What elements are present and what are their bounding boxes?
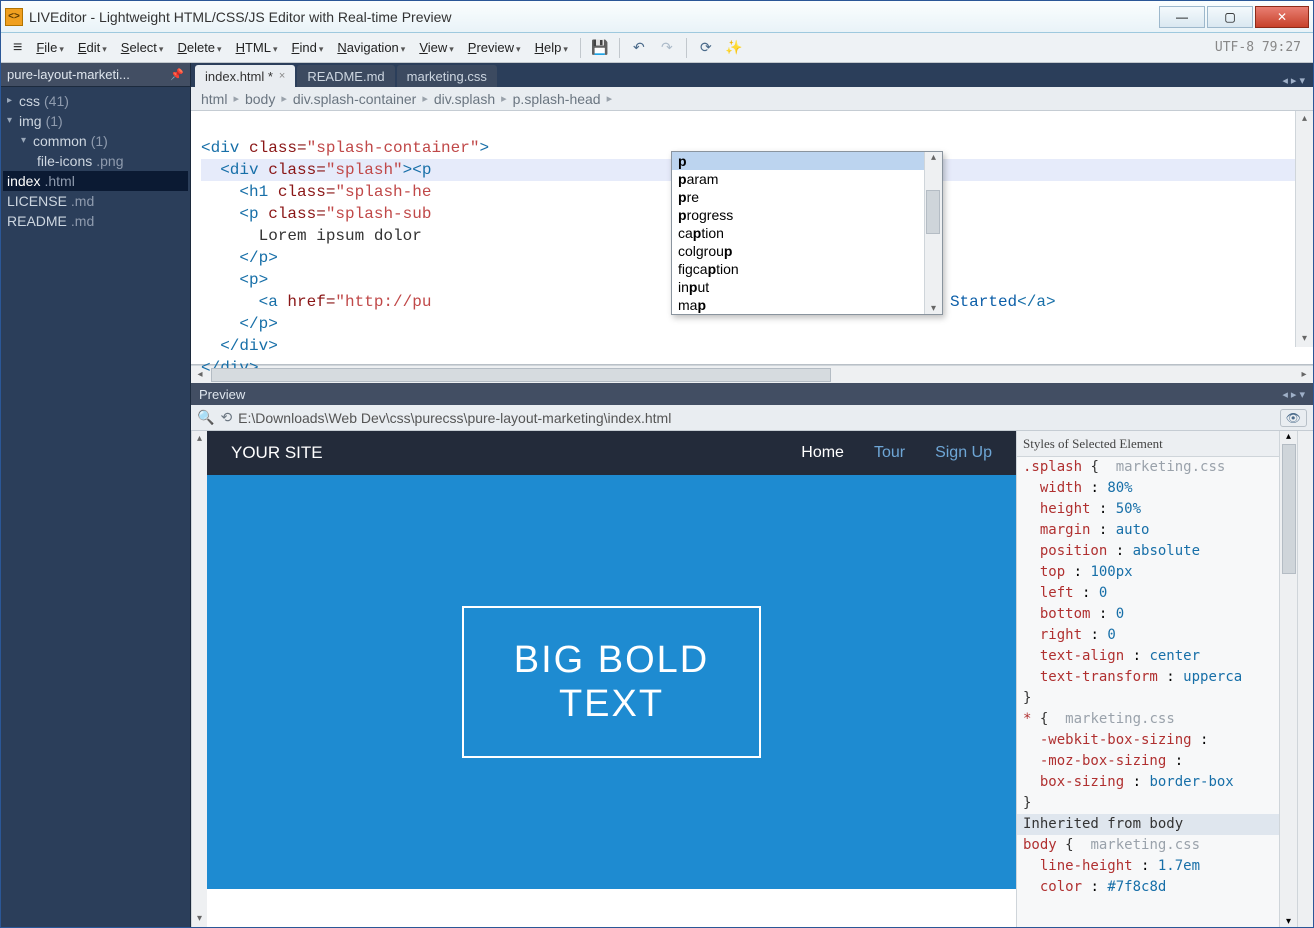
menu-preview[interactable]: Preview▾ [462,37,527,58]
right-gutter [1297,431,1313,927]
refresh-icon[interactable]: ⟳ [696,38,716,58]
app-icon: <> [5,8,23,26]
sidebar-tab-label: pure-layout-marketi... [7,67,130,82]
titlebar: <> LIVEditor - Lightweight HTML/CSS/JS E… [1,1,1313,33]
site-preview: YOUR SITE Home Tour Sign Up BIG BOLD TEX… [207,431,1017,927]
menu-edit[interactable]: Edit▾ [72,37,113,58]
undo-icon[interactable]: ↶ [629,38,649,58]
ac-item[interactable]: param [672,170,942,188]
pin-icon[interactable]: 📌 [170,68,184,81]
eye-icon[interactable]: 👁 [1280,409,1307,427]
tree-file-fileicons[interactable]: file-icons.png [3,151,188,171]
crumb-body[interactable]: body [245,91,275,107]
crumb-html[interactable]: html [201,91,227,107]
editor-vscrollbar[interactable]: ▴ ▾ [1295,111,1313,347]
wand-icon[interactable]: ✨ [724,38,744,58]
styles-panel: Styles of Selected Element .splash { mar… [1017,431,1297,927]
tree-file-readme[interactable]: README.md [3,211,188,231]
hero-line2: TEXT [514,682,710,726]
footer-strip [207,889,1016,927]
menubar: ≡ File▾ Edit▾ Select▾ Delete▾ HTML▾ Find… [1,33,1313,63]
ac-item[interactable]: map [672,296,942,314]
preview-left-scroll[interactable]: ▴▾ [191,431,207,927]
nav-home[interactable]: Home [801,444,844,462]
inspect-icon[interactable]: 🔍 [197,409,214,426]
hero-box: BIG BOLD TEXT [462,606,762,758]
minimize-button[interactable]: — [1159,6,1205,28]
autocomplete-scrollbar[interactable]: ▴ ▾ [924,152,942,314]
hero-line1: BIG BOLD [514,638,710,682]
save-icon[interactable]: 💾 [590,38,610,58]
hamburger-icon[interactable]: ≡ [7,39,28,57]
ac-item[interactable]: progress [672,206,942,224]
nav-signup[interactable]: Sign Up [935,444,992,462]
redo-icon[interactable]: ↷ [657,38,677,58]
inherited-label: Inherited from body [1017,814,1279,835]
close-button[interactable]: ✕ [1255,6,1309,28]
menu-html[interactable]: HTML▾ [230,37,284,58]
site-brand: YOUR SITE [231,443,323,463]
autocomplete-popup[interactable]: p param pre progress caption colgroup fi… [671,151,943,315]
autocomplete-list: p param pre progress caption colgroup fi… [672,152,942,314]
preview-path-input[interactable] [238,410,1274,426]
reload-icon[interactable]: ⟲ [220,409,232,426]
window-title: LIVEditor - Lightweight HTML/CSS/JS Edit… [29,9,1157,25]
sidebar-tab[interactable]: pure-layout-marketi... 📌 [1,63,190,87]
ac-item[interactable]: figcaption [672,260,942,278]
styles-scrollbar[interactable]: ▴ ▾ [1279,431,1297,927]
menu-navigation[interactable]: Navigation▾ [331,37,411,58]
encoding-indicator: UTF-8 79:27 [1215,40,1307,55]
editor-area: index.html *× README.md marketing.css ◂ … [191,63,1313,927]
menu-delete[interactable]: Delete▾ [171,37,227,58]
document-tabs: index.html *× README.md marketing.css ◂ … [191,63,1313,87]
tree-file-index[interactable]: index.html [3,171,188,191]
crumb-div2[interactable]: div.splash [434,91,495,107]
tab-readme[interactable]: README.md [297,65,394,87]
styles-title: Styles of Selected Element [1017,431,1279,457]
sidebar: pure-layout-marketi... 📌 ▸css(41) ▾img(1… [1,63,191,927]
breadcrumb: html▸ body▸ div.splash-container▸ div.sp… [191,87,1313,111]
menu-find[interactable]: Find▾ [286,37,330,58]
ac-item[interactable]: pre [672,188,942,206]
maximize-button[interactable]: ▢ [1207,6,1253,28]
crumb-p[interactable]: p.splash-head [513,91,601,107]
ac-item[interactable]: colgroup [672,242,942,260]
tree-folder-css[interactable]: ▸css(41) [3,91,188,111]
tab-marketing[interactable]: marketing.css [397,65,497,87]
menu-select[interactable]: Select▾ [115,37,170,58]
preview-panel: Preview ◂ ▸ ▾ 🔍 ⟲ 👁 ▴▾ YOUR SITE [191,383,1313,927]
editor-hscrollbar[interactable]: ◂▸ [191,365,1313,383]
ac-item[interactable]: input [672,278,942,296]
file-tree: ▸css(41) ▾img(1) ▾common(1) file-icons.p… [1,87,190,235]
ac-item[interactable]: caption [672,224,942,242]
tree-folder-common[interactable]: ▾common(1) [3,131,188,151]
tree-folder-img[interactable]: ▾img(1) [3,111,188,131]
menu-help[interactable]: Help▾ [529,37,574,58]
code-editor[interactable]: <div class="splash-container"> <div clas… [191,111,1313,365]
main-area: pure-layout-marketi... 📌 ▸css(41) ▾img(1… [1,63,1313,927]
tree-file-license[interactable]: LICENSE.md [3,191,188,211]
crumb-div1[interactable]: div.splash-container [293,91,416,107]
tab-index[interactable]: index.html *× [195,65,295,87]
nav-tour[interactable]: Tour [874,444,905,462]
ac-item[interactable]: p [672,152,942,170]
preview-body: ▴▾ YOUR SITE Home Tour Sign Up [191,431,1313,927]
site-nav: YOUR SITE Home Tour Sign Up [207,431,1016,475]
close-tab-icon[interactable]: × [279,70,285,82]
preview-toolbar: 🔍 ⟲ 👁 [191,405,1313,431]
hero: BIG BOLD TEXT [207,475,1016,889]
menu-file[interactable]: File▾ [30,37,70,58]
tab-nav-arrows[interactable]: ◂ ▸ ▾ [1274,74,1313,87]
menu-view[interactable]: View▾ [413,37,459,58]
app-window: <> LIVEditor - Lightweight HTML/CSS/JS E… [0,0,1314,928]
